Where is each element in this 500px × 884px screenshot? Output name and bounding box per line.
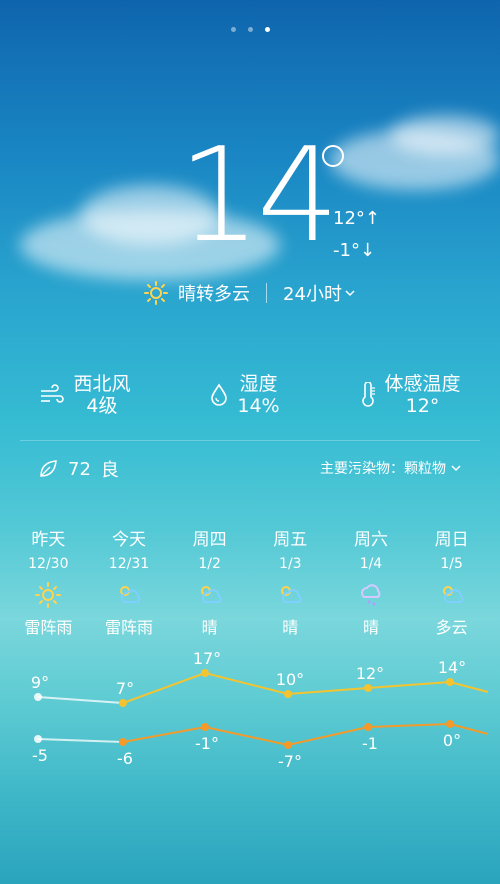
series-0-point xyxy=(284,690,292,698)
series-1-point xyxy=(446,720,454,728)
series-1-line xyxy=(122,722,489,747)
series-0-point xyxy=(34,693,42,701)
sun-icon xyxy=(144,281,169,305)
series-0-label: 10° xyxy=(276,670,304,689)
series-0-point xyxy=(446,678,454,686)
day-condition: 晴 xyxy=(201,618,218,637)
chevron-down-icon xyxy=(345,290,355,297)
day-condition: 雷阵雨 xyxy=(104,618,153,637)
partly-cloudy-icon xyxy=(277,582,303,608)
forecast-day[interactable]: 昨天 12/30 雷阵雨 xyxy=(12,525,84,638)
day-name: 今天 xyxy=(111,530,146,550)
series-0-label: 7° xyxy=(116,679,134,698)
thermometer-icon xyxy=(361,382,375,407)
wind-stat: 西北风 4级 xyxy=(39,373,130,417)
wind-icon xyxy=(41,384,65,403)
pollutant-text: 主要污染物：颗粒物 xyxy=(320,461,446,477)
day-date: 12/30 xyxy=(28,556,69,572)
day-name: 昨天 xyxy=(31,530,66,550)
day-name: 周五 xyxy=(273,530,308,550)
hourly-label: 24小时 xyxy=(283,284,342,305)
humidity-stat: 湿度 14% xyxy=(209,373,280,417)
partly-cloudy-icon xyxy=(116,582,142,608)
forecast-day[interactable]: 周日 1/5 多云 xyxy=(416,525,488,638)
series-1-point xyxy=(201,723,209,731)
hourly-forecast-button[interactable]: 24小时 xyxy=(283,280,356,306)
section-divider xyxy=(20,440,480,441)
humidity-value: 14% xyxy=(237,395,280,417)
day-condition: 晴 xyxy=(362,618,379,637)
feels-like-stat: 体感温度 12° xyxy=(359,373,461,417)
page-dot xyxy=(230,27,236,32)
series-0-past-segment xyxy=(37,696,124,704)
series-1-point xyxy=(34,735,42,743)
day-date: 1/5 xyxy=(440,556,463,572)
wind-level: 4级 xyxy=(86,395,118,417)
series-1-point xyxy=(284,741,292,749)
series-0-line xyxy=(122,671,489,704)
low-temperature: -1°↓ xyxy=(333,240,376,261)
chevron-down-icon xyxy=(451,465,461,472)
series-0-label: 9° xyxy=(31,673,49,692)
temperature-trend-chart: 9° 7° 17° 10° 12° 14° -5 -6 -1° -7° -1 0° xyxy=(31,650,489,771)
series-1-point xyxy=(119,738,127,746)
series-1-label: -7° xyxy=(278,752,302,771)
forecast-day[interactable]: 周六 1/4 晴 xyxy=(335,525,407,638)
day-condition: 晴 xyxy=(282,618,299,637)
partly-cloudy-icon xyxy=(439,582,465,608)
high-temperature: 12°↑ xyxy=(333,208,380,229)
day-date: 1/2 xyxy=(198,556,221,572)
series-0-point xyxy=(364,684,372,692)
day-condition: 多云 xyxy=(435,618,468,637)
series-0-label: 12° xyxy=(356,664,384,683)
series-0-label: 14° xyxy=(438,658,466,677)
page-dot xyxy=(247,27,253,32)
condition-row: 晴转多云 24小时 xyxy=(0,280,500,306)
day-name: 周四 xyxy=(192,530,227,550)
series-1-label: -1 xyxy=(362,734,378,753)
current-temperature: 14 xyxy=(178,119,339,271)
series-1-label: 0° xyxy=(443,731,461,750)
cloud-decoration xyxy=(390,115,500,155)
aqi-summary[interactable]: 72 良 xyxy=(38,456,119,482)
divider xyxy=(266,283,268,303)
day-name: 周六 xyxy=(353,530,388,550)
series-1-label: -1° xyxy=(195,734,219,753)
leaf-icon xyxy=(40,460,57,477)
condition-text: 晴转多云 xyxy=(178,284,251,305)
degree-symbol xyxy=(322,145,344,167)
series-1-point xyxy=(364,723,372,731)
snow-cloud-icon xyxy=(358,582,384,608)
day-condition: 雷阵雨 xyxy=(24,618,73,637)
series-0-point xyxy=(201,669,209,677)
series-0-label: 17° xyxy=(193,650,221,668)
feels-like-label: 体感温度 xyxy=(384,373,461,395)
pollutant-selector[interactable]: 主要污染物：颗粒物 xyxy=(320,458,462,478)
humidity-label: 湿度 xyxy=(239,373,278,395)
forecast-day[interactable]: 今天 12/31 雷阵雨 xyxy=(93,525,165,638)
page-indicator[interactable] xyxy=(0,27,500,32)
series-1-label: -6 xyxy=(117,749,133,768)
series-0-point xyxy=(119,699,127,707)
sun-icon xyxy=(35,582,62,608)
aqi-value: 72 xyxy=(68,458,91,480)
day-name: 周日 xyxy=(434,530,469,550)
wind-direction: 西北风 xyxy=(73,373,131,395)
weather-stats: 西北风 4级 湿度 14% 体感温度 12° xyxy=(0,373,500,417)
day-date: 1/3 xyxy=(279,556,302,572)
page-dot-active xyxy=(264,27,270,32)
drop-icon xyxy=(211,383,228,406)
day-date: 1/4 xyxy=(359,556,383,572)
day-date: 12/31 xyxy=(108,556,150,572)
partly-cloudy-icon xyxy=(197,582,223,608)
forecast-day[interactable]: 周四 1/2 晴 xyxy=(174,525,246,638)
series-1-label: -5 xyxy=(32,746,48,765)
feels-like-value: 12° xyxy=(405,395,440,417)
forecast-days: 昨天 12/30 雷阵雨 今天 12/31 雷阵雨 周四 1/2 晴 周五 1/3 晴 周六 1/4 晴 周日… xyxy=(0,525,500,638)
aqi-level: 良 xyxy=(100,460,119,481)
series-1-past-segment xyxy=(37,738,124,743)
forecast-day[interactable]: 周五 1/3 晴 xyxy=(254,525,326,638)
